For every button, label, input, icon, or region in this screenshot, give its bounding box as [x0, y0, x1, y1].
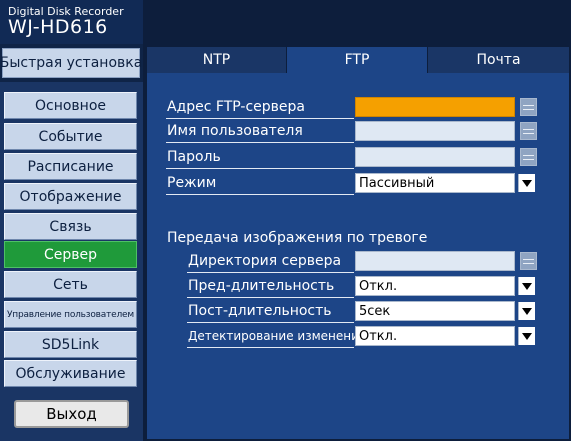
change-detection-label: Детектирование изменения — [188, 329, 367, 343]
tab-ntp[interactable]: NTP — [147, 47, 287, 73]
keyboard-button[interactable] — [520, 122, 537, 140]
username-field[interactable] — [355, 121, 515, 141]
sidebar-item-schedule[interactable]: Расписание — [4, 153, 137, 180]
sidebar-item-sd5link[interactable]: SD5Link — [4, 331, 137, 358]
brand-header: Digital Disk Recorder WJ-HD616 — [0, 0, 143, 44]
server-directory-field[interactable] — [355, 251, 515, 271]
keyboard-button[interactable] — [520, 148, 537, 166]
sidebar-item-user-management[interactable]: Управление пользователем — [4, 301, 137, 328]
sidebar-item-basic[interactable]: Основное — [4, 92, 137, 119]
keyboard-button[interactable] — [520, 252, 537, 270]
chevron-down-icon[interactable] — [518, 174, 535, 192]
server-directory-label: Директория сервера — [188, 253, 342, 269]
pre-duration-select[interactable]: Откл. — [355, 276, 515, 296]
pre-duration-label: Пред-длительность — [188, 278, 335, 294]
post-duration-label: Пост-длительность — [188, 303, 332, 319]
sidebar-item-network[interactable]: Сеть — [4, 271, 137, 298]
ftp-server-label: Адрес FTP-сервера — [167, 99, 305, 115]
chevron-down-icon[interactable] — [518, 302, 535, 320]
row-divider — [187, 272, 354, 273]
row-divider — [166, 142, 354, 143]
sidebar-item-comm[interactable]: Связь — [4, 213, 137, 240]
chevron-down-icon[interactable] — [518, 327, 535, 345]
post-duration-select[interactable]: 5сек — [355, 301, 515, 321]
row-divider — [166, 194, 354, 195]
alarm-section-title: Передача изображения по тревоге — [167, 230, 428, 246]
mode-label: Режим — [167, 175, 217, 191]
model-name: WJ-HD616 — [8, 16, 108, 38]
sidebar-item-server[interactable]: Сервер — [4, 241, 137, 268]
exit-button[interactable]: Выход — [14, 400, 129, 428]
sidebar-item-event[interactable]: Событие — [4, 123, 137, 150]
ftp-server-field[interactable] — [355, 97, 515, 117]
sidebar-item-display[interactable]: Отображение — [4, 183, 137, 210]
change-detection-select[interactable]: Откл. — [355, 326, 515, 346]
tab-ftp[interactable]: FTP — [287, 47, 428, 73]
username-label: Имя пользователя — [167, 123, 303, 139]
chevron-down-icon[interactable] — [518, 277, 535, 295]
password-field[interactable] — [355, 147, 515, 167]
keyboard-button[interactable] — [520, 98, 537, 116]
row-divider — [187, 297, 354, 298]
tab-bar: NTP FTP Почта — [147, 47, 569, 73]
quick-setup-button[interactable]: Быстрая установка — [0, 48, 142, 78]
row-divider — [166, 118, 354, 119]
row-divider — [166, 168, 354, 169]
password-label: Пароль — [167, 149, 221, 165]
row-divider — [187, 347, 354, 348]
sidebar-item-maintenance[interactable]: Обслуживание — [4, 360, 137, 387]
mode-select[interactable]: Пассивный — [355, 173, 515, 193]
row-divider — [187, 322, 354, 323]
tab-mail[interactable]: Почта — [428, 47, 569, 73]
